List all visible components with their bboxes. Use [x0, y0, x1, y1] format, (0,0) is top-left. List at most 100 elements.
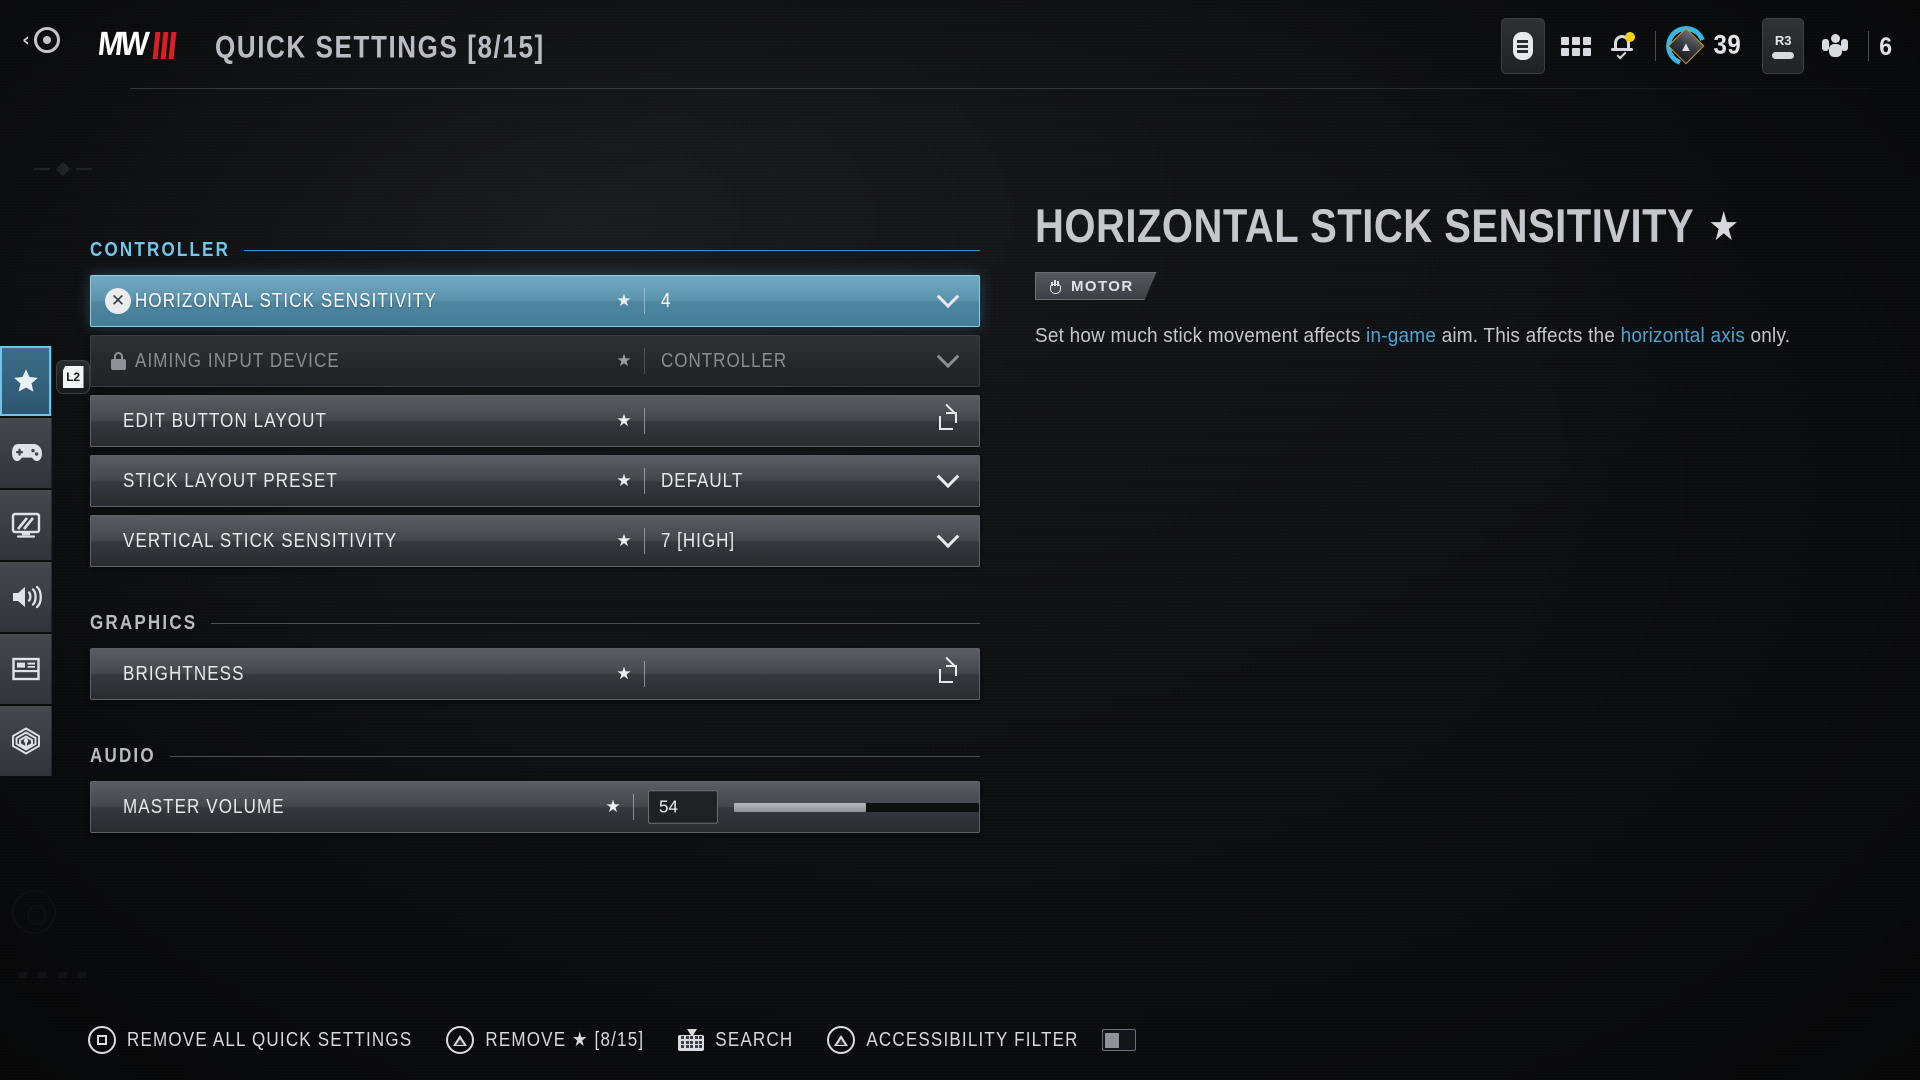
chevron-down-icon[interactable]: [917, 285, 979, 309]
row-separator: [644, 661, 645, 687]
favorite-star-icon[interactable]: ★: [604, 351, 644, 371]
volume-slider[interactable]: [734, 802, 979, 812]
footer-prompt-label: REMOVE ALL QUICK SETTINGS: [127, 1028, 413, 1051]
square-button-icon: [88, 1026, 116, 1054]
status-badge: MOTOR: [1035, 272, 1157, 300]
row-label: AIMING INPUT DEVICE: [135, 349, 340, 372]
star-icon: [13, 368, 38, 392]
chevron-down-icon[interactable]: [917, 525, 979, 549]
logo-text: MW: [96, 25, 149, 63]
sidebar-item-accessibility[interactable]: [0, 706, 52, 776]
desc-segment-2: aim. This affects the: [1436, 325, 1621, 348]
footer-prompt-label: REMOVE ★ [8/15]: [485, 1028, 645, 1051]
header-divider: [130, 88, 1870, 89]
signal-beacon-icon: [11, 727, 40, 755]
settings-row[interactable]: ✕ HORIZONTAL STICK SENSITIVITY ★ 4: [90, 275, 980, 327]
favorite-star-icon[interactable]: ★: [593, 797, 633, 817]
row-value: CONTROLLER: [661, 349, 788, 372]
sidebar-item-graphics[interactable]: [0, 490, 52, 560]
l2-label: L2: [66, 370, 80, 384]
chevron-down-icon[interactable]: [917, 465, 979, 489]
row-label: HORIZONTAL STICK SENSITIVITY: [135, 289, 437, 312]
row-label: VERTICAL STICK SENSITIVITY: [123, 529, 398, 552]
external-link-icon[interactable]: [917, 403, 979, 430]
row-label: STICK LAYOUT PRESET: [123, 469, 338, 492]
keyboard-icon: [678, 1029, 705, 1051]
l2-trigger-hint: L2: [56, 360, 90, 394]
detail-description: Set how much stick movement affects in-g…: [1035, 322, 1865, 351]
header-divider-1: [1654, 31, 1656, 61]
battery-icon[interactable]: [1500, 18, 1545, 74]
row-value: DEFAULT: [661, 469, 744, 492]
footer-prompt[interactable]: REMOVE ALL QUICK SETTINGS: [88, 1026, 412, 1054]
desc-segment-3: only.: [1745, 325, 1791, 348]
back-circle-icon: [33, 27, 60, 53]
external-link-icon[interactable]: [917, 656, 979, 683]
footer-prompt[interactable]: SEARCH: [678, 1028, 794, 1051]
settings-row[interactable]: EDIT BUTTON LAYOUT ★: [90, 395, 980, 447]
sidebar-item-quick-settings[interactable]: L2: [0, 346, 90, 416]
mw3-logo: MW: [96, 25, 177, 63]
sidebar-nav: L2: [0, 346, 90, 778]
triangle-button-icon: [446, 1026, 475, 1054]
row-label: EDIT BUTTON LAYOUT: [123, 409, 327, 432]
header-status-cluster: ▲ 39 R3 6: [1500, 18, 1892, 74]
desc-link-in-game[interactable]: in-game: [1366, 325, 1436, 347]
decor-dots: [18, 972, 87, 978]
section-rule: [211, 623, 980, 624]
rank-badge[interactable]: ▲ 39: [1665, 26, 1742, 66]
desc-segment-1: Set how much stick movement affects: [1035, 325, 1367, 348]
footer-prompt[interactable]: REMOVE ★ [8/15]: [446, 1026, 644, 1054]
hud-layout-icon: [11, 657, 40, 681]
row-separator: [633, 794, 634, 820]
decor-top-mark: [34, 161, 92, 177]
favorite-star-icon[interactable]: ★: [604, 291, 644, 311]
volume-value[interactable]: 54: [648, 790, 718, 824]
favorite-star-icon[interactable]: ★: [604, 664, 644, 684]
grid-menu-icon[interactable]: [1553, 18, 1599, 74]
footer-prompt-label: ACCESSIBILITY FILTER: [866, 1028, 1079, 1051]
lock-icon: [101, 352, 135, 370]
monitor-icon: [11, 512, 40, 538]
back-button[interactable]: ‹: [22, 27, 60, 53]
bell-icon[interactable]: [1599, 18, 1645, 74]
settings-list: CONTROLLER ✕ HORIZONTAL STICK SENSITIVITY ★…: [90, 238, 980, 841]
section-label: CONTROLLER: [90, 238, 231, 261]
settings-row[interactable]: AIMING INPUT DEVICE ★ CONTROLLER: [90, 335, 980, 387]
detail-badge-row: MOTOR: [1035, 272, 1865, 300]
settings-row[interactable]: STICK LAYOUT PRESET ★ DEFAULT: [90, 455, 980, 507]
gamepad-icon: [11, 444, 42, 461]
rank-emblem-icon: ▲: [1665, 26, 1706, 66]
rank-level: 39: [1713, 30, 1742, 61]
section-label: GRAPHICS: [90, 611, 198, 634]
triangle-button-icon: [827, 1026, 856, 1054]
back-chevron-icon: ‹: [22, 28, 30, 51]
section-rule: [169, 756, 980, 757]
favorite-star-icon: ★: [1710, 208, 1738, 247]
sidebar-item-interface[interactable]: [0, 634, 52, 704]
sidebar-item-controller[interactable]: [0, 418, 52, 488]
accessibility-filter-toggle[interactable]: [1101, 1029, 1136, 1051]
desc-link-horizontal-axis[interactable]: horizontal axis: [1621, 325, 1745, 347]
settings-row[interactable]: VERTICAL STICK SENSITIVITY ★ 7 [HIGH]: [90, 515, 980, 567]
detail-title-row: HORIZONTAL STICK SENSITIVITY ★: [1035, 201, 1865, 254]
section-rule: [244, 250, 980, 251]
squad-icon[interactable]: [1812, 18, 1858, 74]
page-title: QUICK SETTINGS [8/15]: [215, 28, 545, 65]
settings-row[interactable]: BRIGHTNESS ★: [90, 648, 980, 700]
favorite-star-icon[interactable]: ★: [604, 471, 644, 491]
footer-prompt-label: SEARCH: [715, 1028, 794, 1051]
favorite-star-icon[interactable]: ★: [604, 531, 644, 551]
hand-icon: [1048, 278, 1063, 294]
settings-row[interactable]: MASTER VOLUME ★ 54: [90, 781, 980, 833]
favorite-star-icon[interactable]: ★: [604, 411, 644, 431]
chevron-down-icon[interactable]: [917, 345, 979, 369]
footer-prompt[interactable]: ACCESSIBILITY FILTER: [827, 1026, 1136, 1054]
decor-ring: [12, 890, 56, 934]
detail-title: HORIZONTAL STICK SENSITIVITY: [1035, 200, 1695, 253]
section-header: GRAPHICS: [90, 611, 980, 634]
sidebar-item-audio[interactable]: [0, 562, 52, 632]
row-label: BRIGHTNESS: [123, 662, 245, 685]
